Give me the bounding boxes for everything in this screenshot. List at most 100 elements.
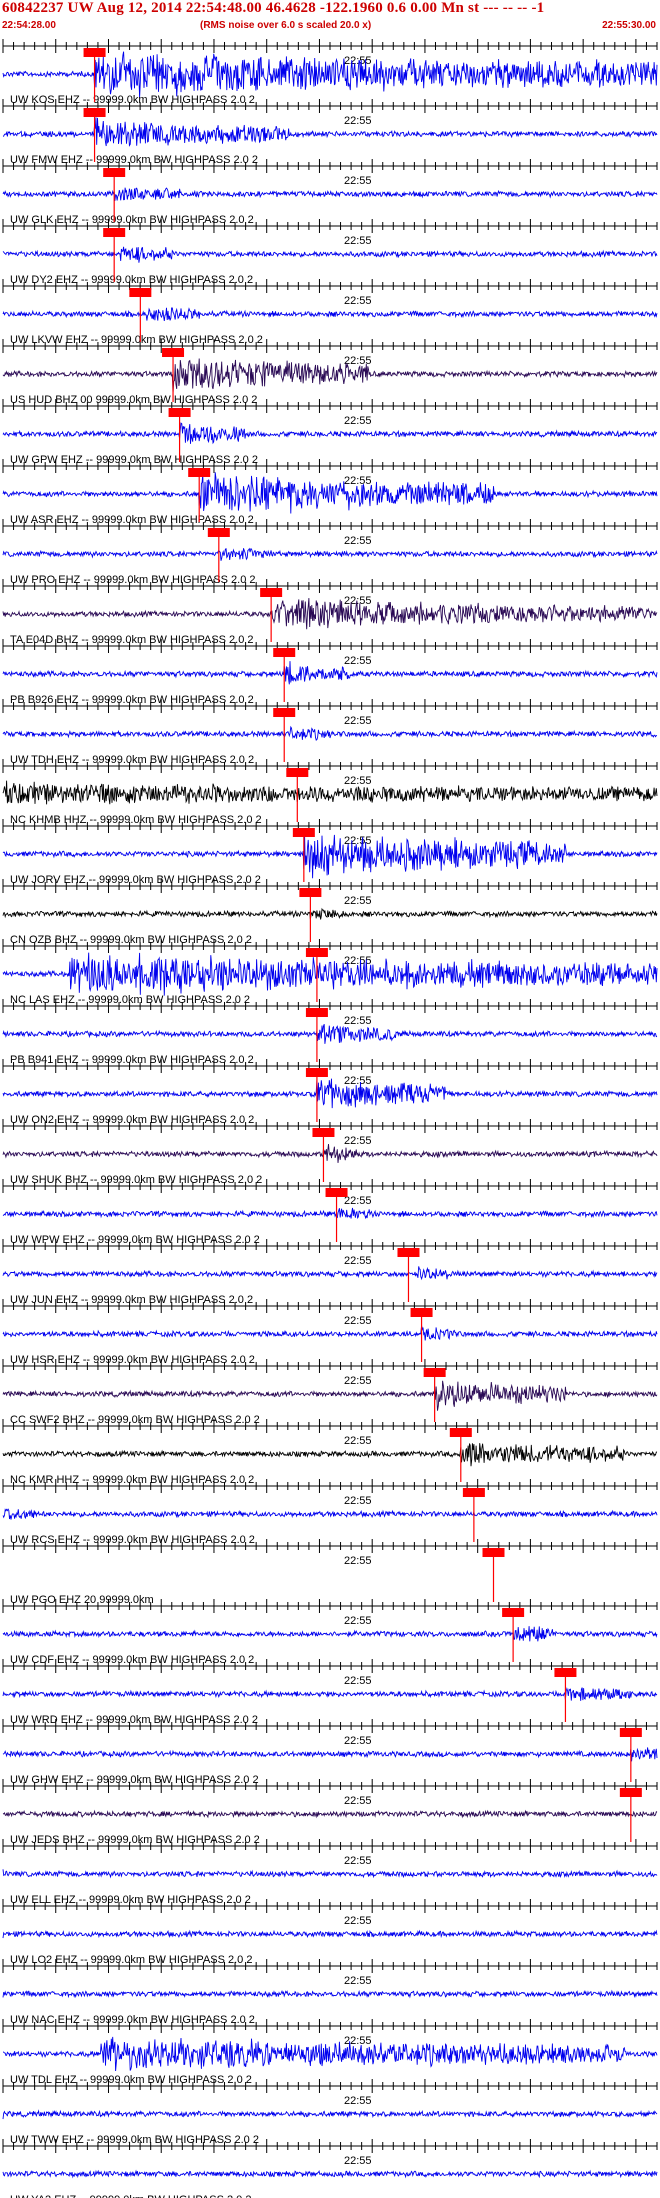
minute-label: 22:55: [344, 895, 372, 907]
minute-label: 22:55: [344, 1195, 372, 1207]
minute-label: 22:55: [344, 655, 372, 667]
station-label: UW WPW EHZ -- 99999.0km BW HIGHPASS 2.0 …: [10, 1234, 260, 1246]
pick-flag: [619, 1788, 642, 1797]
waveform-trace: [2, 661, 658, 685]
pick-flag: [168, 408, 191, 417]
station-label: PB B941 EHZ -- 99999.0km BW HIGHPASS 2.0…: [10, 1054, 254, 1066]
minute-label: 22:55: [344, 1135, 372, 1147]
pick-flag: [162, 348, 185, 357]
pick-flag: [312, 1128, 335, 1137]
minute-label: 22:55: [344, 2035, 372, 2047]
waveform-trace: [2, 1023, 658, 1044]
station-label: UW PGO EHZ 20 99999.0km: [10, 1594, 154, 1606]
pick-flag: [482, 1548, 505, 1557]
minute-label: 22:55: [344, 775, 372, 787]
station-label: UW YA2 EHZ -- 99999.0km BW HIGHPASS 2.0 …: [10, 2194, 251, 2198]
minute-label: 22:55: [344, 2155, 372, 2167]
minute-label: 22:55: [344, 1435, 372, 1447]
waveform-trace: [2, 547, 658, 561]
minute-label: 22:55: [344, 1855, 372, 1867]
station-label: UW TDL EHZ -- 99999.0km BW HIGHPASS 2.0 …: [10, 2074, 252, 2086]
minute-label: 22:55: [344, 1255, 372, 1267]
pick-flag: [502, 1608, 525, 1617]
event-title: 60842237 UW Aug 12, 2014 22:54:48.00 46.…: [2, 0, 545, 16]
waveform-trace: [2, 246, 658, 263]
pick-flag: [188, 468, 211, 477]
end-time: 22:55:30.00: [602, 20, 656, 31]
station-label: UW CDF EHZ -- 99999.0km BW HIGHPASS 2.0 …: [10, 1654, 254, 1666]
station-label: UW GPW EHZ -- 99999.0km BW HIGHPASS 2.0 …: [10, 454, 258, 466]
waveform-trace: [2, 1869, 658, 1879]
pick-flag: [619, 1728, 642, 1737]
minute-label: 22:55: [344, 595, 372, 607]
waveform-trace: [2, 1266, 658, 1281]
waveform-trace: [2, 834, 658, 879]
waveform-trace: [2, 1929, 658, 1939]
station-label: UW FMW EHZ -- 99999.0km BW HIGHPASS 2.0 …: [10, 154, 258, 166]
pick-flag: [292, 828, 315, 837]
waveform-trace: [2, 1687, 658, 1701]
waveform-trace: [2, 725, 658, 741]
header: 60842237 UW Aug 12, 2014 22:54:48.00 46.…: [0, 0, 660, 34]
minute-label: 22:55: [344, 1315, 372, 1327]
station-label: UW GLK EHZ -- 99999.0km BW HIGHPASS 2.0 …: [10, 214, 254, 226]
station-label: UW ELL EHZ -- 99999.0km BW HIGHPASS 2.0 …: [10, 1894, 251, 1906]
station-label: NC KHMB HHZ -- 99999.0km BW HIGHPASS 2.0…: [10, 814, 262, 826]
minute-label: 22:55: [344, 415, 372, 427]
station-label: UW JORV EHZ -- 99999.0km BW HIGHPASS 2.0…: [10, 874, 261, 886]
minute-label: 22:55: [344, 295, 372, 307]
minute-label: 22:55: [344, 1675, 372, 1687]
station-label: UW HSR EHZ -- 99999.0km BW HIGHPASS 2.0 …: [10, 1354, 255, 1366]
waveform-trace: [2, 780, 658, 805]
minute-label: 22:55: [344, 55, 372, 67]
waveform-trace: [2, 907, 658, 920]
minute-label: 22:55: [344, 175, 372, 187]
station-label: PB B926 EHZ -- 99999.0km BW HIGHPASS 2.0…: [10, 694, 254, 706]
minute-label: 22:55: [344, 355, 372, 367]
waveform-trace: [2, 2169, 658, 2179]
station-label: UW DY2 EHZ -- 99999.0km BW HIGHPASS 2.0 …: [10, 274, 253, 286]
waveform-trace: [2, 598, 658, 630]
waveform-trace: [2, 422, 658, 445]
minute-label: 22:55: [344, 1375, 372, 1387]
pick-flag: [273, 708, 296, 717]
station-label: UW ON2 EHZ -- 99999.0km BW HIGHPASS 2.0 …: [10, 1114, 254, 1126]
waveform-trace: [2, 1989, 658, 1999]
station-label: UW JEDS BHZ -- 99999.0km BW HIGHPASS 2.0…: [10, 1834, 260, 1846]
pick-flag: [449, 1428, 472, 1437]
minute-label: 22:55: [344, 1975, 372, 1987]
pick-flag: [103, 228, 126, 237]
pick-flag: [423, 1368, 446, 1377]
pick-flag: [260, 588, 283, 597]
waveform-trace: [2, 1078, 658, 1109]
station-label: UW GHW EHZ -- 99999.0km BW HIGHPASS 2.0 …: [10, 1774, 259, 1786]
waveform-trace: [2, 2109, 658, 2120]
station-label: UW JUN EHZ -- 99999.0km BW HIGHPASS 2.0 …: [10, 1294, 253, 1306]
station-label: CC SWF2 BHZ -- 99999.0km BW HIGHPASS 2.0…: [10, 1414, 260, 1426]
station-label: TA E04D BHZ -- 99999.0km BW HIGHPASS 2.0…: [10, 634, 254, 646]
start-time: 22:54:28.00: [2, 20, 56, 31]
waveform-trace: [2, 1747, 658, 1762]
pick-flag: [83, 48, 106, 57]
station-label: UW NAC EHZ -- 99999.0km BW HIGHPASS 2.0 …: [10, 2014, 255, 2026]
pick-flag: [207, 528, 230, 537]
waveform-trace: [2, 117, 658, 147]
waveform-trace: [2, 472, 658, 514]
station-label: UW ASR EHZ -- 99999.0km BW HIGHPASS 2.0 …: [10, 514, 254, 526]
waveform-trace: [3, 2036, 658, 2072]
waveform-trace: [2, 1626, 658, 1642]
station-label: UW TDH EHZ -- 99999.0km BW HIGHPASS 2.0 …: [10, 754, 254, 766]
station-label: UW WRD EHZ -- 99999.0km BW HIGHPASS 2.0 …: [10, 1714, 258, 1726]
station-label: NC KMR HHZ -- 99999.0km BW HIGHPASS 2.0 …: [10, 1474, 254, 1486]
minute-label: 22:55: [344, 1915, 372, 1927]
waveform-trace: [2, 187, 658, 201]
minute-label: 22:55: [344, 1795, 372, 1807]
minute-label: 22:55: [344, 1075, 372, 1087]
waveform-trace: [2, 307, 658, 321]
waveform-trace: [2, 1809, 658, 1819]
pick-flag: [397, 1248, 420, 1257]
station-label: US HUD BHZ 00 99999.0km BW HIGHPASS 2.0 …: [10, 394, 257, 406]
noise-note: (RMS noise over 6.0 s scaled 20.0 x): [200, 20, 372, 31]
pick-flag: [299, 888, 322, 897]
minute-label: 22:55: [344, 115, 372, 127]
